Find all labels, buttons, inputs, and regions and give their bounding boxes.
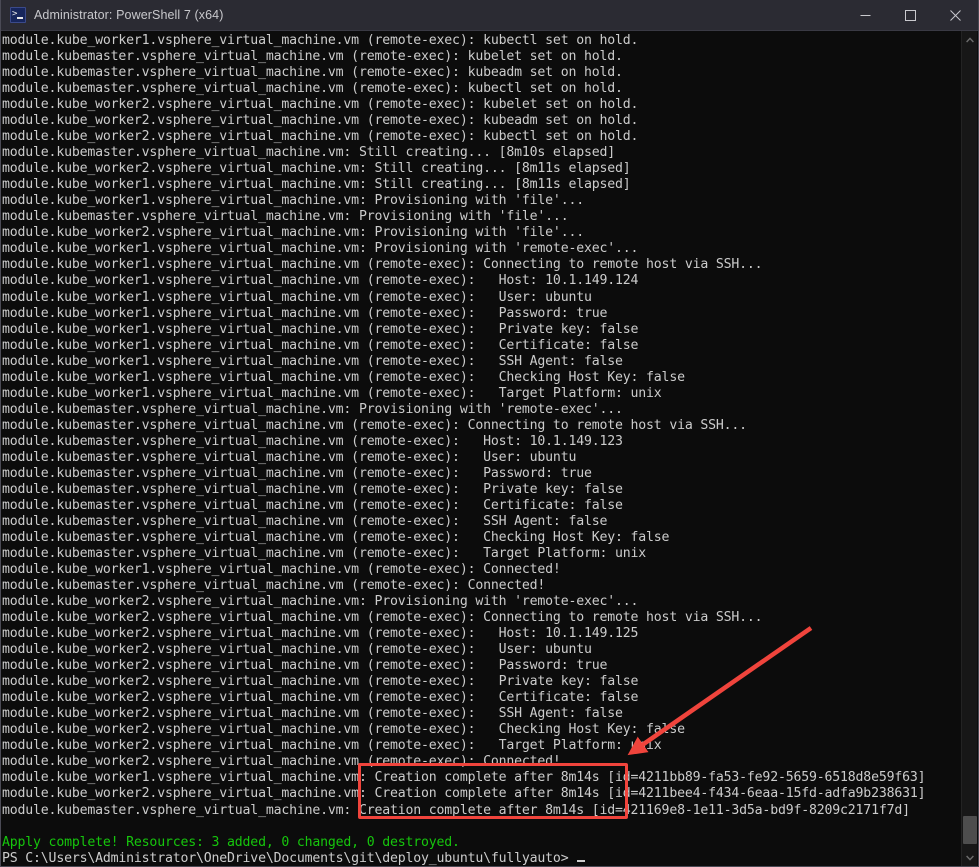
terminal-line: module.kubemaster.vsphere_virtual_machin…: [2, 465, 592, 481]
terminal-line: module.kube_worker1.vsphere_virtual_mach…: [2, 353, 623, 369]
terminal-scrollbar[interactable]: [961, 31, 977, 866]
terminal-line: module.kube_worker2.vsphere_virtual_mach…: [2, 594, 639, 610]
terminal-line: module.kube_worker2.vsphere_virtual_mach…: [2, 754, 561, 770]
terminal-line: module.kubemaster.vsphere_virtual_machin…: [2, 578, 546, 594]
terminal-line: module.kube_worker1.vsphere_virtual_mach…: [2, 385, 662, 401]
terminal-line: module.kube_worker1.vsphere_virtual_mach…: [2, 321, 639, 337]
terminal-line: module.kubemaster.vsphere_virtual_machin…: [2, 433, 623, 449]
text-cursor: [577, 859, 586, 862]
terminal-line: module.kube_worker1.vsphere_virtual_mach…: [2, 562, 561, 578]
powershell-window: Administrator: PowerShell 7 (x64) module: [0, 0, 979, 867]
terminal-line: module.kube_worker2.vsphere_virtual_mach…: [2, 610, 763, 626]
terminal-line: module.kubemaster.vsphere_virtual_machin…: [2, 401, 623, 417]
window-titlebar[interactable]: Administrator: PowerShell 7 (x64): [1, 0, 978, 31]
window-controls: [843, 0, 978, 31]
terminal-line: module.kube_worker2.vsphere_virtual_mach…: [2, 658, 608, 674]
terminal-output[interactable]: module.kube_worker1.vsphere_virtual_mach…: [1, 31, 963, 866]
terminal-line: module.kube_worker1.vsphere_virtual_mach…: [2, 241, 639, 257]
terminal-line: module.kubemaster.vsphere_virtual_machin…: [2, 65, 623, 81]
scroll-down-arrow[interactable]: [962, 849, 978, 866]
terminal-line: module.kube_worker1.vsphere_virtual_mach…: [2, 337, 639, 353]
terminal-line: module.kubemaster.vsphere_virtual_machin…: [2, 449, 577, 465]
terminal-line: module.kube_worker2.vsphere_virtual_mach…: [2, 97, 639, 113]
terminal-line: module.kube_worker1.vsphere_virtual_mach…: [2, 369, 685, 385]
terminal-line: module.kubemaster.vsphere_virtual_machin…: [2, 546, 647, 561]
terminal-line: module.kubemaster.vsphere_virtual_machin…: [2, 81, 623, 97]
terminal-line: module.kube_worker1.vsphere_virtual_mach…: [2, 257, 763, 273]
terminal-line: module.kubemaster.vsphere_virtual_machin…: [2, 49, 623, 65]
terminal-line: module.kube_worker2.vsphere_virtual_mach…: [2, 225, 584, 241]
terminal-line: Apply complete! Resources: 3 added, 0 ch…: [2, 834, 460, 850]
shell-prompt[interactable]: PS C:\Users\Administrator\OneDrive\Docum…: [2, 851, 963, 866]
terminal-line: module.kubemaster.vsphere_virtual_machin…: [2, 497, 623, 513]
window-title: Administrator: PowerShell 7 (x64): [34, 8, 224, 22]
terminal-line: module.kube_worker1.vsphere_virtual_mach…: [2, 177, 631, 193]
close-button[interactable]: [933, 0, 978, 31]
terminal-line: module.kube_worker2.vsphere_virtual_mach…: [2, 642, 592, 658]
scrollbar-thumb[interactable]: [963, 816, 977, 844]
maximize-button[interactable]: [888, 0, 933, 31]
minimize-button[interactable]: [843, 0, 888, 31]
terminal-line: module.kube_worker2.vsphere_virtual_mach…: [2, 690, 639, 706]
terminal-line: module.kube_worker1.vsphere_virtual_mach…: [2, 289, 592, 305]
shell-prompt-path: PS C:\Users\Administrator\OneDrive\Docum…: [2, 850, 577, 866]
terminal-line: module.kubemaster.vsphere_virtual_machin…: [2, 802, 910, 818]
powershell-icon: [10, 6, 26, 23]
terminal-line: module.kube_worker2.vsphere_virtual_mach…: [2, 129, 639, 145]
terminal-line: module.kubemaster.vsphere_virtual_machin…: [2, 513, 608, 529]
terminal-line: module.kubemaster.vsphere_virtual_machin…: [2, 481, 623, 497]
terminal-line: module.kube_worker1.vsphere_virtual_mach…: [2, 33, 639, 48]
terminal-line: module.kubemaster.vsphere_virtual_machin…: [2, 209, 569, 225]
terminal-line: module.kube_worker1.vsphere_virtual_mach…: [2, 273, 639, 289]
terminal-line: module.kube_worker2.vsphere_virtual_mach…: [2, 113, 639, 129]
terminal-line: module.kube_worker2.vsphere_virtual_mach…: [2, 706, 623, 722]
terminal-line: module.kube_worker1.vsphere_virtual_mach…: [2, 193, 584, 209]
terminal-line: module.kube_worker2.vsphere_virtual_mach…: [2, 738, 662, 754]
terminal-line: module.kubemaster.vsphere_virtual_machin…: [2, 145, 616, 161]
scroll-up-arrow[interactable]: [962, 31, 978, 48]
terminal-line: module.kube_worker2.vsphere_virtual_mach…: [2, 786, 926, 802]
terminal-line: module.kube_worker2.vsphere_virtual_mach…: [2, 626, 639, 642]
terminal-line: module.kube_worker2.vsphere_virtual_mach…: [2, 722, 685, 738]
terminal-line: module.kube_worker1.vsphere_virtual_mach…: [2, 305, 608, 321]
terminal-line: module.kubemaster.vsphere_virtual_machin…: [2, 417, 747, 433]
terminal-line: module.kube_worker2.vsphere_virtual_mach…: [2, 161, 631, 177]
terminal-line: module.kube_worker1.vsphere_virtual_mach…: [2, 770, 926, 786]
terminal-line: module.kubemaster.vsphere_virtual_machin…: [2, 529, 670, 545]
terminal-line: module.kube_worker2.vsphere_virtual_mach…: [2, 674, 639, 690]
